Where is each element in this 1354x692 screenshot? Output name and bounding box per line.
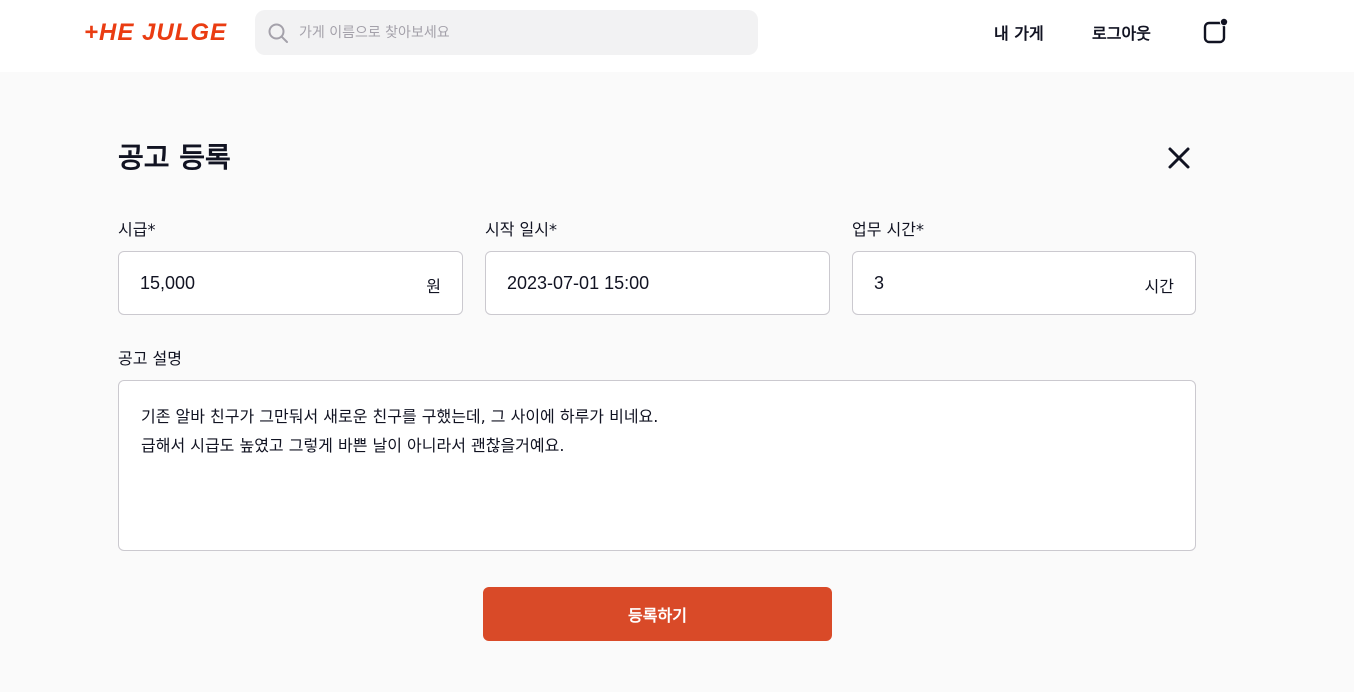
work-hours-label: 업무 시간*: [852, 220, 924, 239]
top-header: +HE JULGE 내 가게 로그아웃: [0, 0, 1354, 72]
logo-text: +HE JULGE: [84, 19, 228, 46]
logo[interactable]: +HE JULGE: [84, 19, 227, 47]
start-datetime-label: 시작 일시*: [485, 220, 557, 239]
description-label: 공고 설명: [118, 349, 182, 368]
search-icon: [268, 23, 288, 43]
page-title: 공고 등록: [118, 141, 231, 174]
search-bar[interactable]: [255, 10, 758, 55]
work-hours-field[interactable]: 시간: [852, 251, 1196, 315]
wage-input[interactable]: [140, 252, 380, 314]
wage-field[interactable]: 원: [118, 251, 463, 315]
work-hours-input[interactable]: [874, 252, 1114, 314]
close-icon[interactable]: [1163, 142, 1195, 174]
nav-logout-link[interactable]: 로그아웃: [1092, 20, 1151, 44]
description-line: 급해서 시급도 높였고 그렇게 바쁜 날이 아니라서 괜찮을거예요.: [141, 436, 565, 455]
description-textarea[interactable]: 기존 알바 친구가 그만둬서 새로운 친구를 구했는데, 그 사이에 하루가 비…: [118, 380, 1196, 551]
search-input[interactable]: [299, 10, 749, 55]
start-datetime-input[interactable]: [507, 252, 747, 314]
wage-label: 시급*: [118, 220, 156, 239]
start-datetime-field[interactable]: [485, 251, 830, 315]
notification-icon[interactable]: [1203, 18, 1229, 44]
nav-my-store-link[interactable]: 내 가게: [994, 20, 1044, 44]
description-line: 기존 알바 친구가 그만둬서 새로운 친구를 구했는데, 그 사이에 하루가 비…: [141, 407, 659, 426]
submit-button[interactable]: 등록하기: [483, 587, 832, 641]
wage-unit: 원: [426, 277, 441, 296]
work-hours-unit: 시간: [1144, 277, 1174, 296]
